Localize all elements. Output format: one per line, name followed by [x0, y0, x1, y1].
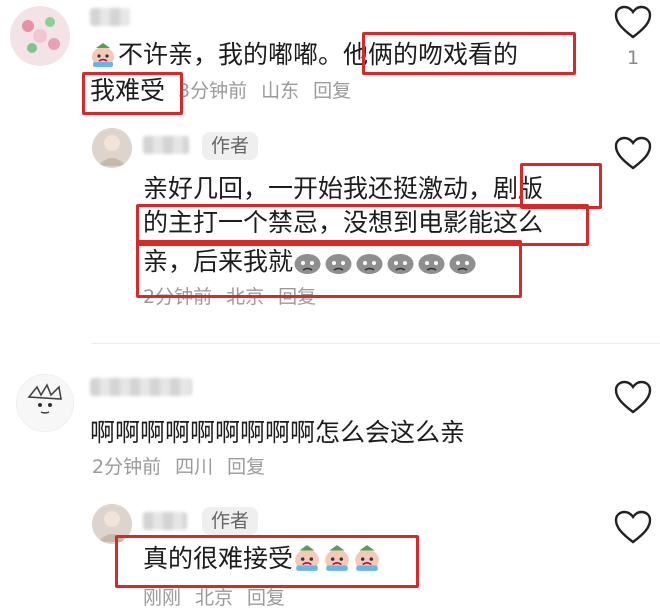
- reply-text-part: 亲好几回，一开始我还挺激动，: [143, 174, 494, 203]
- reply-text-line3: 亲，后来我就: [143, 247, 479, 282]
- reply-text-part: 亲，后来我就: [143, 247, 294, 276]
- comment-location: 四川: [175, 456, 214, 478]
- comment-time: 2分钟前: [92, 456, 162, 478]
- reply-avatar[interactable]: [92, 128, 132, 168]
- comment-text-part: 他俩的吻戏看的: [343, 40, 519, 69]
- reply-button[interactable]: 回复: [227, 456, 265, 478]
- crying-face-emoji: [323, 544, 351, 579]
- reply-meta: 刚刚 北京 回复: [143, 586, 299, 610]
- reply-text: 真的很难接受: [143, 544, 383, 579]
- reply-button[interactable]: 回复: [247, 587, 285, 609]
- heart-outline-icon: [614, 136, 652, 170]
- like-button[interactable]: [613, 4, 653, 40]
- sad-grey-face-emoji: [448, 249, 477, 282]
- reply-time: 刚刚: [143, 587, 182, 609]
- sad-grey-face-emoji: [293, 249, 322, 282]
- avatar-image: [92, 504, 132, 544]
- comment-meta: 2分钟前 四川 回复: [92, 455, 279, 479]
- comment-time: 3分钟前: [178, 80, 248, 102]
- heart-outline-icon: [614, 380, 652, 414]
- avatar-image: [10, 6, 70, 66]
- username-blurred[interactable]: [90, 8, 130, 26]
- sad-grey-face-emoji: [386, 249, 415, 282]
- reply-button[interactable]: 回复: [278, 286, 316, 308]
- crying-face-emoji: [90, 42, 116, 75]
- reply-location: 北京: [195, 587, 234, 609]
- reply-button[interactable]: 回复: [313, 80, 351, 102]
- reply-avatar[interactable]: [92, 504, 132, 544]
- like-count: 1: [626, 47, 640, 69]
- reply-text-line2: 的主打一个禁忌，没想到电影能这么: [143, 208, 544, 237]
- comment-text: 啊啊啊啊啊啊啊啊啊怎么会这么亲: [90, 418, 466, 447]
- like-button[interactable]: [613, 379, 653, 415]
- avatar-image: [92, 128, 132, 168]
- heart-outline-icon: [614, 510, 652, 544]
- sad-face-emoji-row: [293, 247, 479, 276]
- comment-divider: [92, 343, 660, 344]
- reply-text-part: 剧版: [493, 174, 544, 203]
- avatar[interactable]: [10, 6, 70, 66]
- comment-text-part: 不许亲，我的嘟嘟。: [118, 40, 344, 69]
- author-badge: 作者: [202, 507, 259, 535]
- crying-face-emoji: [293, 544, 321, 579]
- sad-grey-face-emoji: [355, 249, 384, 282]
- sad-grey-face-emoji: [324, 249, 353, 282]
- author-badge: 作者: [202, 132, 259, 160]
- reply-meta: 2分钟前 北京 回复: [143, 285, 330, 309]
- reply-text-part: 真的很难接受: [143, 544, 294, 573]
- heart-outline-icon: [614, 5, 652, 39]
- username-blurred[interactable]: [143, 136, 189, 154]
- username-blurred[interactable]: [143, 512, 187, 530]
- like-button[interactable]: [613, 509, 653, 545]
- comment-meta: 3分钟前 山东 回复: [178, 79, 365, 103]
- like-button[interactable]: [613, 135, 653, 171]
- comment-location: 山东: [261, 80, 300, 102]
- reply-text-line1: 亲好几回，一开始我还挺激动，剧版: [143, 174, 543, 204]
- reply-time: 2分钟前: [143, 286, 213, 308]
- crying-face-emoji: [353, 544, 381, 579]
- comment-text: 不许亲，我的嘟嘟。他俩的吻戏看的: [90, 40, 518, 75]
- avatar[interactable]: [16, 374, 74, 432]
- avatar-image: [17, 375, 73, 431]
- sad-grey-face-emoji: [417, 249, 446, 282]
- reply-location: 北京: [226, 286, 265, 308]
- comment-text-line2: 我难受: [90, 76, 166, 105]
- username-blurred[interactable]: [90, 378, 192, 396]
